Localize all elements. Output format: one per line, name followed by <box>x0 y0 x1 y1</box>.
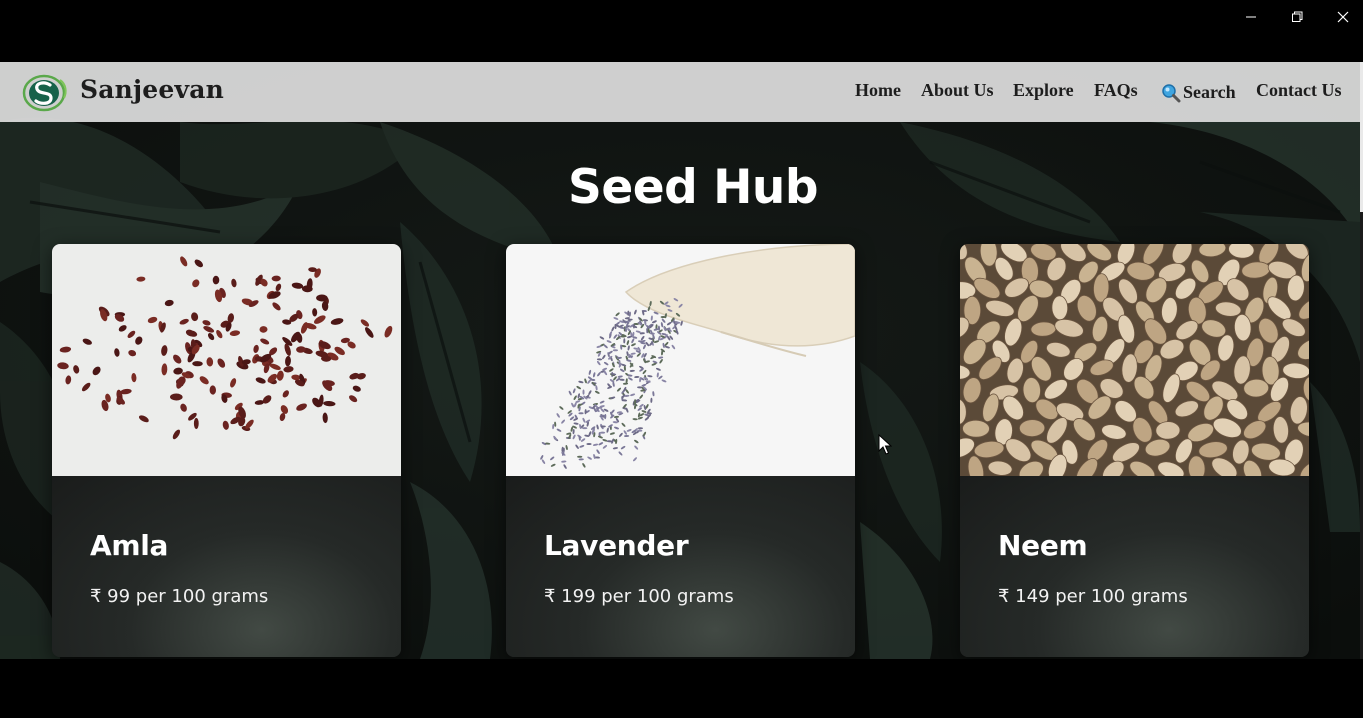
product-name: Amla <box>90 529 169 562</box>
minimize-icon <box>1246 16 1256 18</box>
brand-name[interactable]: Sanjeevan <box>80 75 224 104</box>
nav-search[interactable]: Search <box>1161 82 1236 103</box>
close-button[interactable] <box>1320 2 1363 32</box>
card-body: Neem ₹ 149 per 100 grams <box>960 476 1309 657</box>
neem-seeds-image <box>960 244 1309 476</box>
minimize-button[interactable] <box>1228 2 1274 32</box>
card-body: Amla ₹ 99 per 100 grams <box>52 476 401 657</box>
nav-faqs[interactable]: FAQs <box>1094 80 1138 101</box>
navbar: Sanjeevan Home About Us Explore FAQs Sea… <box>0 62 1360 122</box>
lavender-seeds-image <box>506 244 855 476</box>
bottom-black-bar <box>0 659 1363 718</box>
magnifier-icon <box>1162 83 1181 102</box>
nav-about-us[interactable]: About Us <box>921 80 994 101</box>
product-card-lavender[interactable]: Lavender ₹ 199 per 100 grams <box>506 244 855 657</box>
close-icon <box>1337 11 1349 23</box>
product-price: ₹ 149 per 100 grams <box>998 586 1188 607</box>
sanjeevan-logo-icon[interactable] <box>22 74 68 112</box>
product-card-amla[interactable]: Amla ₹ 99 per 100 grams <box>52 244 401 657</box>
page-viewport: Sanjeevan Home About Us Explore FAQs Sea… <box>0 62 1360 659</box>
page-title: Seed Hub <box>567 160 819 215</box>
product-name: Lavender <box>544 529 689 562</box>
product-price: ₹ 199 per 100 grams <box>544 586 734 607</box>
window-titlebar <box>0 0 1363 62</box>
mouse-cursor-icon <box>878 434 892 455</box>
product-name: Neem <box>998 529 1088 562</box>
restore-icon <box>1292 11 1303 22</box>
nav-search-label: Search <box>1183 82 1236 102</box>
card-body: Lavender ₹ 199 per 100 grams <box>506 476 855 657</box>
amla-seeds-image <box>52 244 401 476</box>
nav-explore[interactable]: Explore <box>1013 80 1074 101</box>
restore-button[interactable] <box>1274 2 1320 32</box>
product-card-neem[interactable]: Neem ₹ 149 per 100 grams <box>960 244 1309 657</box>
nav-contact-us[interactable]: Contact Us <box>1256 80 1342 101</box>
nav-home[interactable]: Home <box>855 80 901 101</box>
product-price: ₹ 99 per 100 grams <box>90 586 269 607</box>
